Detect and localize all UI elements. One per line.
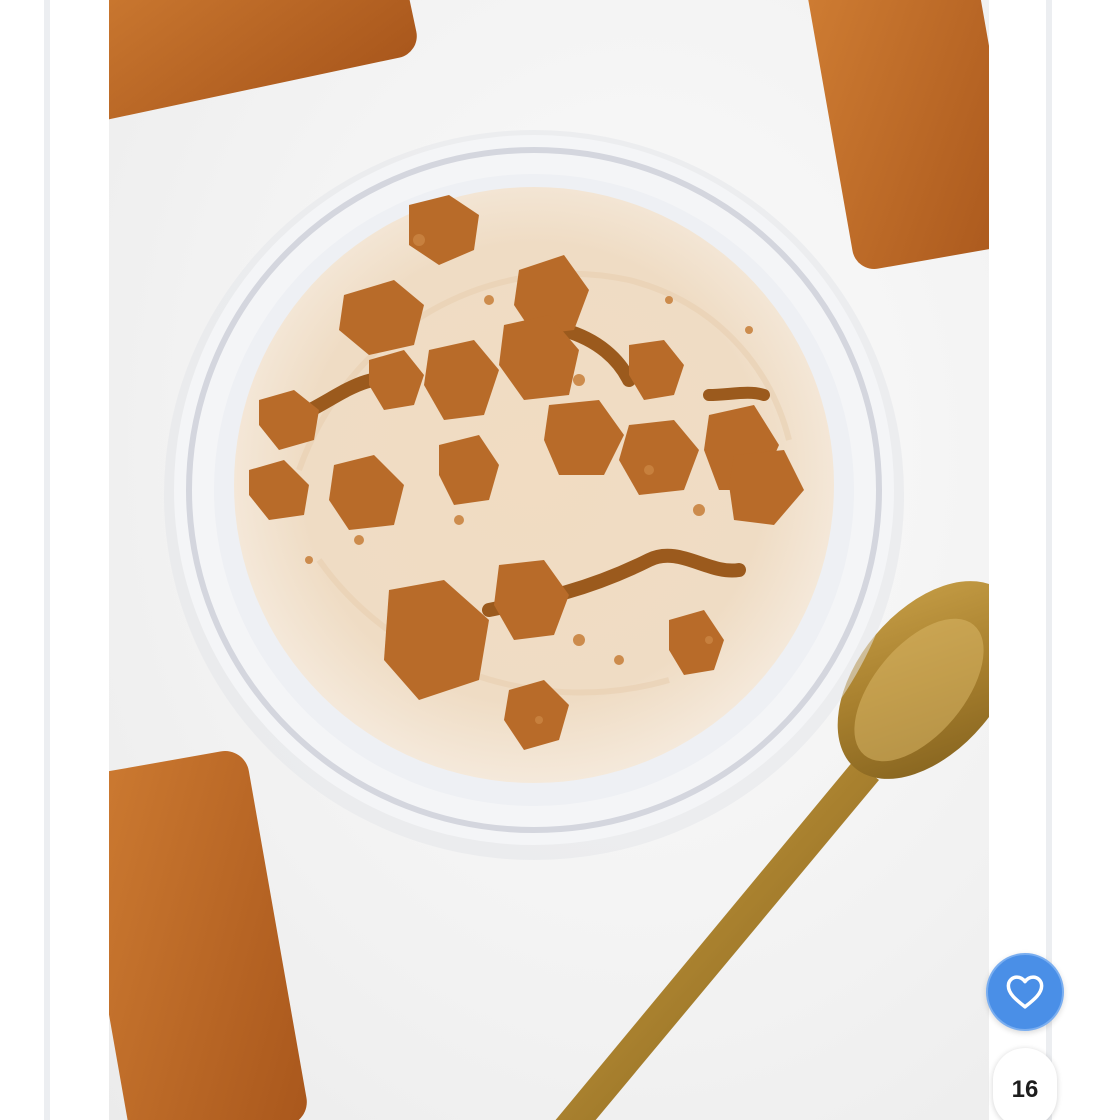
heart-icon: [1006, 975, 1044, 1009]
favorite-count: 16: [993, 1048, 1057, 1120]
right-rail: [1046, 0, 1052, 1120]
pin-detail-page: 16: [0, 0, 1120, 1120]
biscuit-top-left: [109, 0, 417, 120]
biscuit-top-right: [807, 0, 989, 269]
dessert-photo: [109, 0, 989, 1120]
favorite-button[interactable]: [986, 953, 1064, 1031]
left-rail: [44, 0, 50, 1120]
biscuit-bottom-left: [109, 751, 307, 1120]
